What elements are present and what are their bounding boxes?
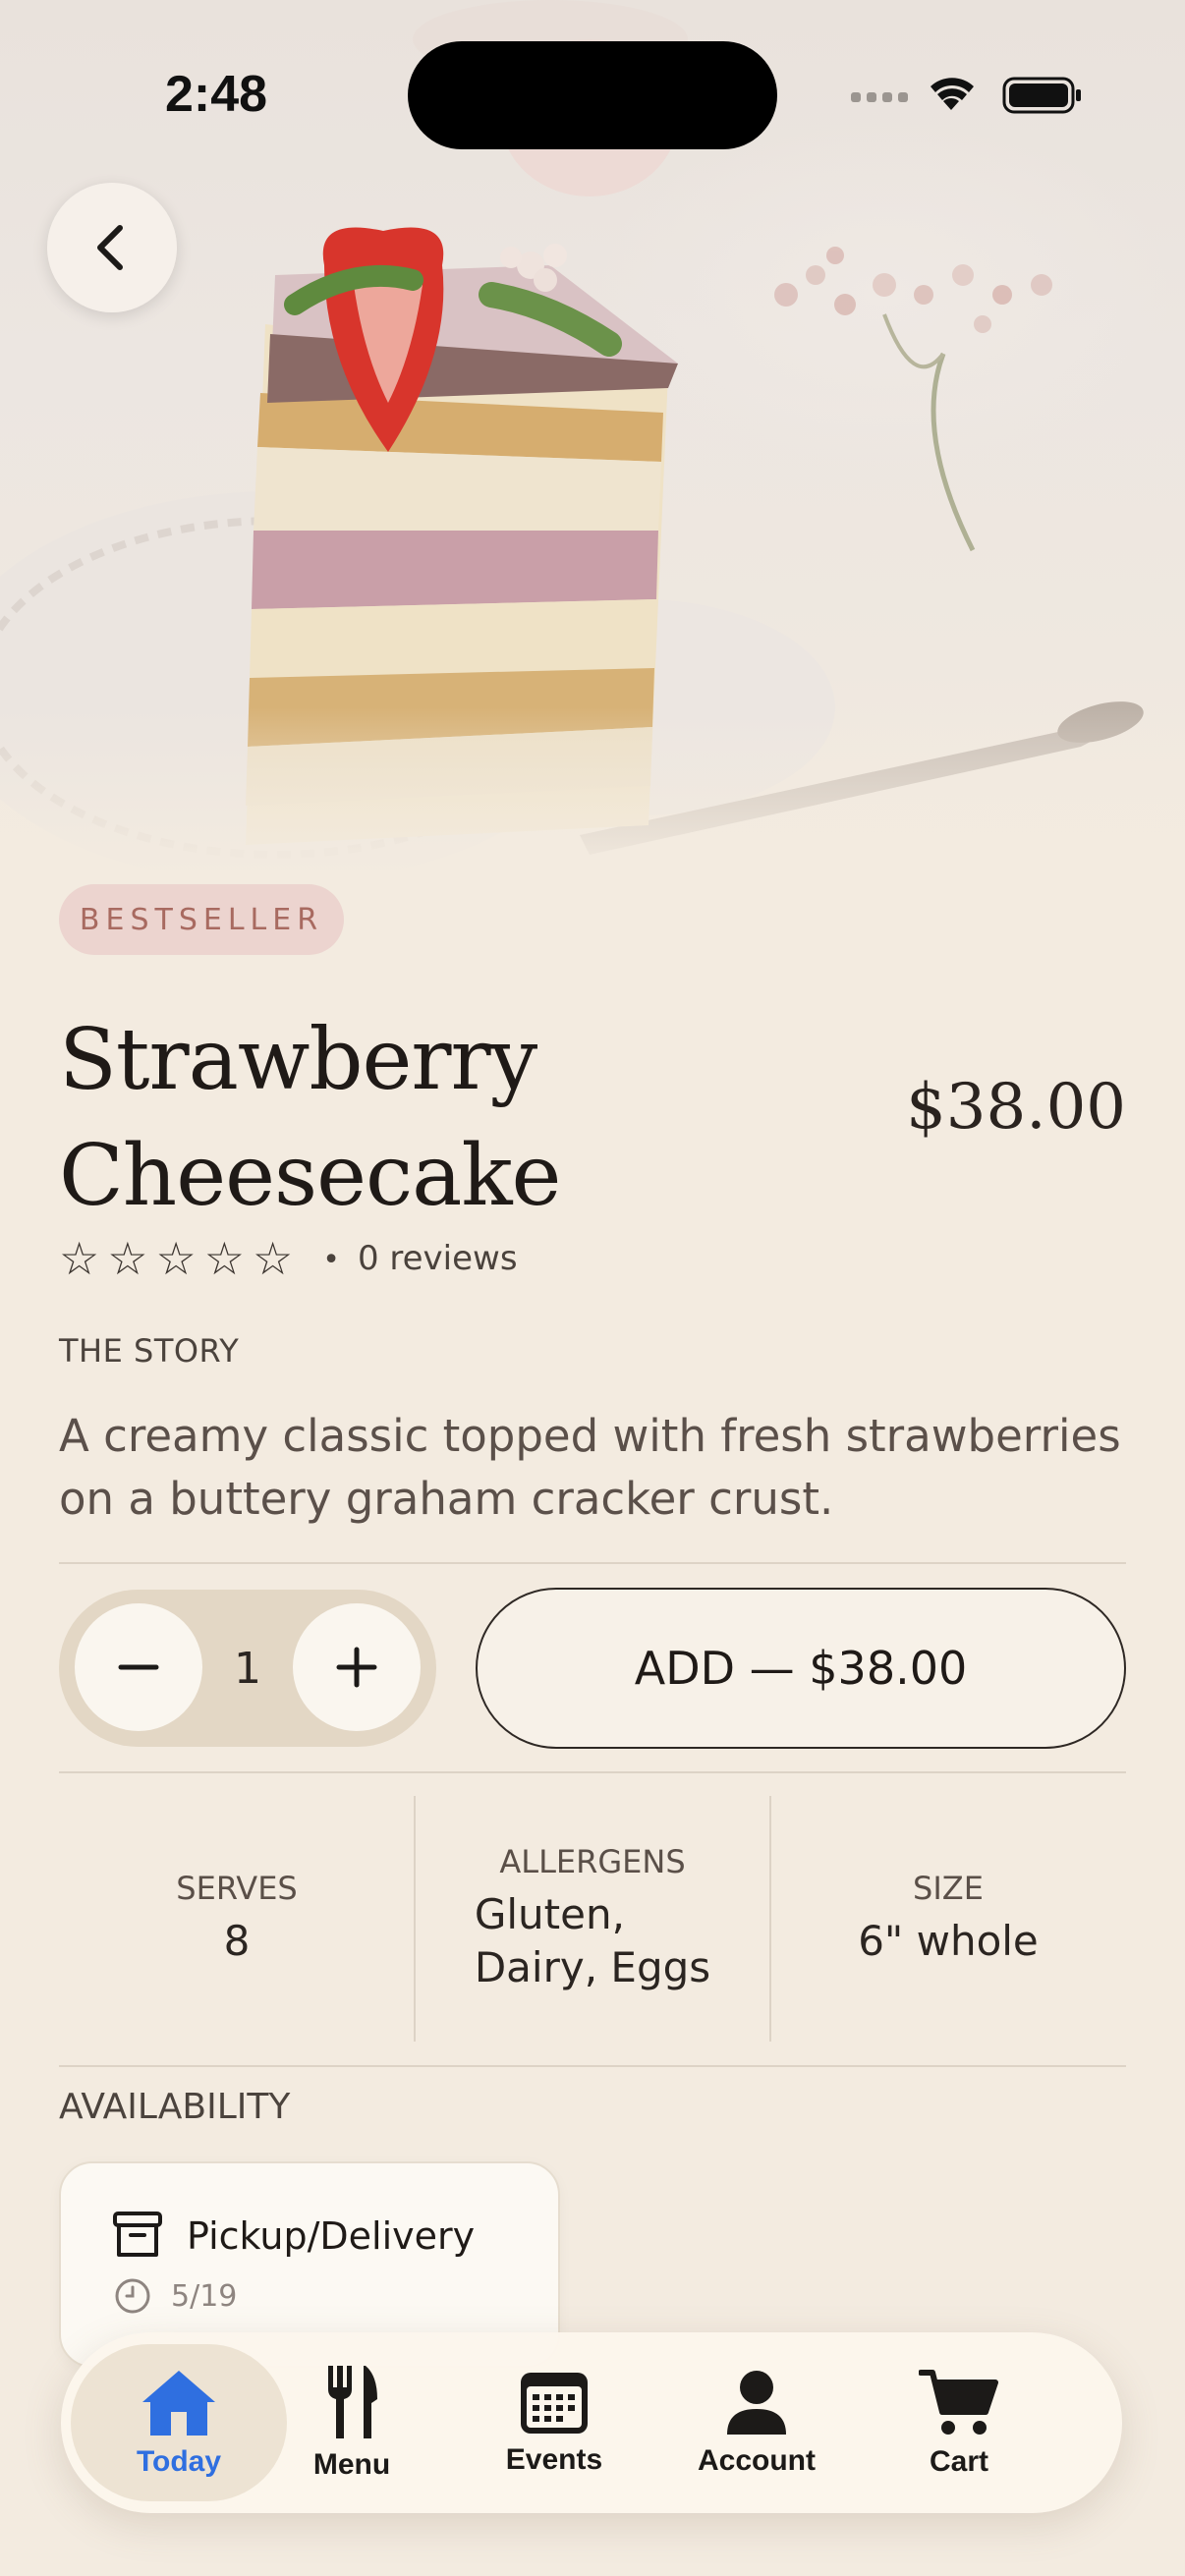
- chevron-left-icon: [97, 225, 123, 270]
- size-value: 6" whole: [858, 1917, 1039, 1965]
- status-time: 2:48: [165, 66, 268, 123]
- fork-knife-icon: [328, 2366, 377, 2438]
- star-icon: ☆: [203, 1232, 245, 1285]
- serves-value: 8: [223, 1917, 251, 1965]
- availability-date: 5/19: [171, 2279, 238, 2314]
- story-text: A creamy classic topped with fresh straw…: [59, 1410, 1121, 1525]
- cart-icon: [919, 2370, 998, 2435]
- divider: [59, 2065, 1126, 2067]
- add-to-cart-button[interactable]: ADD — $38.00: [476, 1588, 1126, 1749]
- person-icon: [727, 2371, 786, 2435]
- archive-box-icon: [113, 2212, 162, 2257]
- increase-quantity-button[interactable]: [293, 1603, 421, 1731]
- star-icon: ☆: [59, 1232, 100, 1285]
- product-details: SERVES 8 ALLERGENS Gluten, Dairy, Eggs S…: [59, 1796, 1126, 2042]
- divider: [59, 1562, 1126, 1564]
- battery-icon: [1002, 77, 1081, 114]
- cellular-icon: [851, 92, 908, 102]
- minus-icon: [118, 1664, 159, 1670]
- availability-title: Pickup/Delivery: [187, 2214, 476, 2258]
- calendar-icon: [521, 2373, 588, 2434]
- decrease-quantity-button[interactable]: [75, 1603, 202, 1731]
- rating-row[interactable]: ☆ ☆ ☆ ☆ ☆ • 0 reviews: [59, 1236, 518, 1281]
- dynamic-island: [408, 41, 777, 149]
- wifi-icon: [931, 78, 974, 110]
- tab-menu[interactable]: Menu: [244, 2344, 460, 2501]
- availability-label: AVAILABILITY: [59, 2087, 291, 2127]
- star-icon: ☆: [253, 1232, 294, 1285]
- status-icons: [851, 77, 1081, 114]
- reviews-count: 0 reviews: [357, 1239, 518, 1278]
- allergens-value: Gluten, Dairy, Eggs: [474, 1890, 711, 1991]
- star-rating: ☆ ☆ ☆ ☆ ☆: [59, 1236, 293, 1281]
- story-label: THE STORY: [59, 1332, 240, 1370]
- hero-image: 2:48: [0, 0, 1185, 884]
- product-title: Strawberry Cheesecake: [59, 1011, 561, 1225]
- tab-cart[interactable]: Cart: [851, 2344, 1067, 2501]
- size-cell: SIZE 6" whole: [770, 1796, 1126, 2042]
- tab-events[interactable]: Events: [446, 2344, 662, 2501]
- home-icon: [142, 2371, 215, 2436]
- divider: [59, 1771, 1126, 1773]
- tab-bar: Today Menu Events Account Cart: [61, 2332, 1122, 2513]
- bestseller-badge: BESTSELLER: [59, 884, 344, 955]
- quantity-stepper: 1: [59, 1590, 436, 1747]
- back-button[interactable]: [47, 183, 177, 312]
- tab-account[interactable]: Account: [649, 2344, 865, 2501]
- star-icon: ☆: [155, 1232, 197, 1285]
- clock-icon: [115, 2278, 150, 2314]
- plus-icon: [336, 1647, 377, 1688]
- serves-cell: SERVES 8: [59, 1796, 415, 2042]
- allergens-cell: ALLERGENS Gluten, Dairy, Eggs: [415, 1796, 770, 2042]
- product-price: $38.00: [906, 1071, 1126, 1144]
- quantity-value: 1: [234, 1643, 261, 1694]
- star-icon: ☆: [107, 1232, 148, 1285]
